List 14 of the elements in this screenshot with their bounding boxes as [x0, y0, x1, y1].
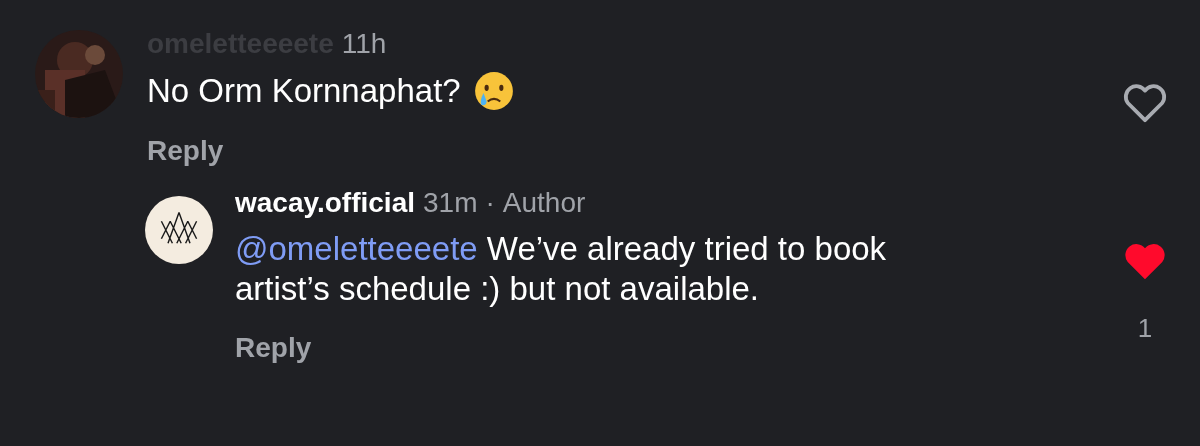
- crying-face-icon: [472, 70, 515, 112]
- timestamp: 31m: [423, 186, 478, 220]
- comment-text: No Orm Kornnaphat?: [147, 71, 461, 111]
- reply-button[interactable]: Reply: [235, 331, 312, 365]
- separator: ·: [485, 186, 495, 220]
- username[interactable]: wacay.official: [235, 183, 415, 223]
- comment-text: @omeletteeeete We’ve already tried to book artist’s schedule :) but not available.: [235, 229, 888, 309]
- like-count: 1: [1137, 312, 1153, 345]
- timestamp: 11h: [341, 27, 387, 61]
- reply-button[interactable]: Reply: [147, 134, 224, 168]
- author-label: Author: [502, 186, 586, 220]
- mention-link[interactable]: @omeletteeeete: [235, 230, 478, 267]
- heart-icon[interactable]: [1122, 82, 1168, 124]
- heart-icon[interactable]: [1123, 241, 1167, 281]
